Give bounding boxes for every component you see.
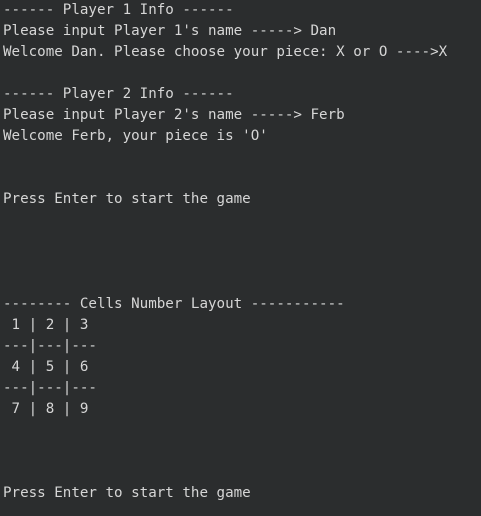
terminal-window[interactable]: ------ Player 1 Info ------ Please input… bbox=[0, 0, 481, 516]
cells-layout-header: -------- Cells Number Layout ----------- bbox=[3, 296, 345, 312]
press-enter-prompt: Press Enter to start the game bbox=[3, 485, 251, 501]
player2-info-header: ------ Player 2 Info ------ bbox=[3, 86, 234, 102]
board-row-3: 7 | 8 | 9 bbox=[3, 401, 89, 417]
board-divider: ---|---|--- bbox=[3, 338, 97, 354]
board-divider: ---|---|--- bbox=[3, 380, 97, 396]
board-row-2: 4 | 5 | 6 bbox=[3, 359, 89, 375]
press-enter-prompt: Press Enter to start the game bbox=[3, 191, 251, 207]
player1-info-header: ------ Player 1 Info ------ bbox=[3, 2, 234, 18]
board-row-1: 1 | 2 | 3 bbox=[3, 317, 89, 333]
player1-piece-prompt: Welcome Dan. Please choose your piece: X… bbox=[3, 44, 448, 60]
player2-piece-message: Welcome Ferb, your piece is 'O' bbox=[3, 128, 268, 144]
player2-name-prompt: Please input Player 2's name -----> Ferb bbox=[3, 107, 345, 123]
player1-name-prompt: Please input Player 1's name -----> Dan bbox=[3, 23, 337, 39]
